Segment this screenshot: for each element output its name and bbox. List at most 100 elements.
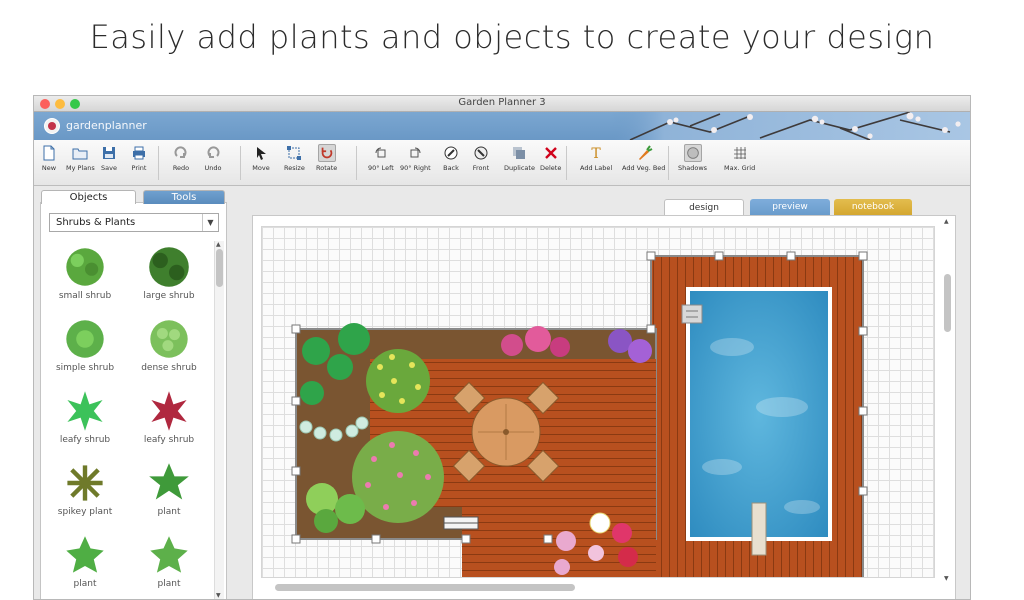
spikey-plant-icon bbox=[67, 465, 103, 501]
tab-preview[interactable]: preview bbox=[750, 199, 830, 215]
toolbar-button-90-right[interactable]: 90° Right bbox=[400, 144, 431, 182]
toolbar-button-duplicate[interactable]: Duplicate bbox=[504, 144, 535, 182]
toolbar-button-print[interactable]: Print bbox=[130, 144, 148, 182]
tab-objects[interactable]: Objects bbox=[41, 190, 136, 204]
flowering-shrub[interactable] bbox=[366, 349, 430, 413]
undo-icon bbox=[207, 146, 220, 158]
small-shrub-icon bbox=[66, 248, 104, 286]
palette-scrollbar[interactable]: ▲ ▼ bbox=[214, 241, 224, 599]
toolbar-button-label: Front bbox=[472, 164, 490, 172]
toolbar-button-label: Undo bbox=[204, 164, 222, 172]
diving-board[interactable] bbox=[751, 502, 767, 556]
tab-tools[interactable]: Tools bbox=[143, 190, 225, 204]
toolbar-button-redo[interactable]: Redo bbox=[172, 144, 190, 182]
delete-x-icon bbox=[544, 147, 557, 159]
toolbar-button-label: Print bbox=[131, 164, 147, 172]
chevron-down-icon: ▼ bbox=[202, 214, 218, 231]
toolbar-button-max-grid[interactable]: Max. Grid bbox=[724, 144, 755, 182]
plant-icon bbox=[149, 463, 189, 500]
category-dropdown[interactable]: Shrubs & Plants ▼ bbox=[49, 213, 219, 232]
toolbar-button-back[interactable]: Back bbox=[442, 144, 460, 182]
app-window: Garden Planner 3 gardenplanner New My Pl… bbox=[33, 95, 971, 600]
toolbar-button-label: Add Label bbox=[580, 164, 613, 172]
toolbar-button-label: Move bbox=[252, 164, 270, 172]
toolbar-button-shadows[interactable]: Shadows bbox=[678, 144, 707, 182]
toolbar-button-undo[interactable]: Undo bbox=[204, 144, 222, 182]
toolbar-button-add-label[interactable]: T Add Label bbox=[580, 144, 612, 182]
dense-shrub-icon bbox=[150, 320, 188, 358]
toolbar-button-add-veg-bed[interactable]: Add Veg. Bed bbox=[622, 144, 665, 182]
garden-bench[interactable] bbox=[443, 516, 479, 530]
shadow-icon bbox=[683, 144, 702, 162]
canvas-horizontal-scrollbar[interactable] bbox=[261, 583, 935, 592]
grid-icon bbox=[733, 147, 746, 159]
toolbar-button-label: Save bbox=[101, 164, 117, 172]
tab-notebook[interactable]: notebook bbox=[834, 199, 912, 215]
palette-item-leafy-shrub[interactable]: leafy shrub bbox=[129, 387, 209, 457]
palette-item-label: plant bbox=[157, 579, 181, 589]
window-title: Garden Planner 3 bbox=[458, 97, 546, 108]
palette-item-dense-shrub[interactable]: dense shrub bbox=[129, 315, 209, 385]
brand-bar: gardenplanner bbox=[34, 112, 970, 140]
palette-item-large-shrub[interactable]: large shrub bbox=[129, 243, 209, 313]
save-disk-icon bbox=[103, 147, 115, 159]
toolbar-button-label: Resize bbox=[284, 164, 305, 172]
print-icon bbox=[133, 146, 145, 160]
rotate-right-icon bbox=[410, 147, 421, 158]
palette-item-label: plant bbox=[73, 579, 97, 589]
toolbar-button-my-plans[interactable]: My Plans bbox=[66, 144, 95, 182]
toolbar-button-label: Rotate bbox=[316, 164, 338, 172]
redo-icon bbox=[174, 146, 187, 158]
toolbar-button-move[interactable]: Move bbox=[252, 144, 270, 182]
toolbar-button-label: Max. Grid bbox=[724, 164, 756, 172]
text-label-icon: T bbox=[591, 146, 601, 162]
title-bar[interactable]: Garden Planner 3 bbox=[34, 96, 970, 112]
palette-item-spikey-plant[interactable]: spikey plant bbox=[45, 459, 125, 529]
toolbar-button-90-left[interactable]: 90° Left bbox=[368, 144, 394, 182]
toolbar-button-save[interactable]: Save bbox=[100, 144, 118, 182]
toolbar-button-resize[interactable]: Resize bbox=[284, 144, 305, 182]
scroll-up-icon[interactable]: ▲ bbox=[216, 241, 221, 248]
palette-item-plant[interactable]: plant bbox=[129, 531, 209, 599]
rotate-left-icon bbox=[375, 147, 386, 158]
leafy-shrub-icon bbox=[67, 391, 103, 431]
toolbar-button-new[interactable]: New bbox=[40, 144, 58, 182]
veg-bed-icon bbox=[638, 145, 653, 160]
palette-item-small-shrub[interactable]: small shrub bbox=[45, 243, 125, 313]
toolbar-button-rotate[interactable]: Rotate bbox=[316, 144, 337, 182]
tab-design[interactable]: design bbox=[664, 199, 744, 215]
palette-item-label: large shrub bbox=[143, 291, 195, 301]
scroll-down-icon[interactable]: ▼ bbox=[944, 575, 949, 582]
scroll-up-icon[interactable]: ▲ bbox=[944, 218, 949, 225]
design-grid[interactable] bbox=[261, 226, 935, 578]
toolbar-separator bbox=[356, 146, 357, 180]
bring-front-icon bbox=[474, 146, 488, 160]
palette-item-leafy-shrub[interactable]: leafy shrub bbox=[45, 387, 125, 457]
headline: Easily add plants and objects to create … bbox=[89, 18, 935, 56]
toolbar-separator bbox=[158, 146, 159, 180]
duplicate-icon bbox=[513, 147, 526, 159]
palette-item-label: simple shrub bbox=[55, 363, 115, 373]
garden-plan[interactable] bbox=[262, 227, 935, 578]
new-document-icon bbox=[43, 145, 55, 161]
palette-item-plant[interactable]: plant bbox=[129, 459, 209, 529]
pool-ladder[interactable] bbox=[681, 304, 703, 324]
canvas-horizontal-scroll-thumb[interactable] bbox=[275, 584, 575, 591]
toolbar-button-label: Redo bbox=[172, 164, 190, 172]
toolbar-button-delete[interactable]: Delete bbox=[540, 144, 561, 182]
blossom-branch-image bbox=[610, 112, 970, 140]
canvas-vertical-scrollbar[interactable]: ▲ ▼ bbox=[943, 218, 952, 582]
palette-scroll-thumb[interactable] bbox=[216, 249, 223, 287]
scroll-down-icon[interactable]: ▼ bbox=[216, 592, 221, 599]
toolbar-button-label: Shadows bbox=[678, 164, 708, 172]
brand-logo-icon bbox=[44, 118, 60, 134]
pink-flowering-tree[interactable] bbox=[352, 431, 444, 523]
brand-name: gardenplanner bbox=[66, 119, 147, 132]
palette-item-plant[interactable]: plant bbox=[45, 531, 125, 599]
toolbar-button-label: New bbox=[41, 164, 57, 172]
palette-item-simple-shrub[interactable]: simple shrub bbox=[45, 315, 125, 385]
canvas-vertical-scroll-thumb[interactable] bbox=[944, 274, 951, 332]
object-palette: small shrub large shrub simple shrub dense … bbox=[41, 241, 213, 599]
folder-icon bbox=[72, 148, 88, 160]
toolbar-button-front[interactable]: Front bbox=[472, 144, 490, 182]
